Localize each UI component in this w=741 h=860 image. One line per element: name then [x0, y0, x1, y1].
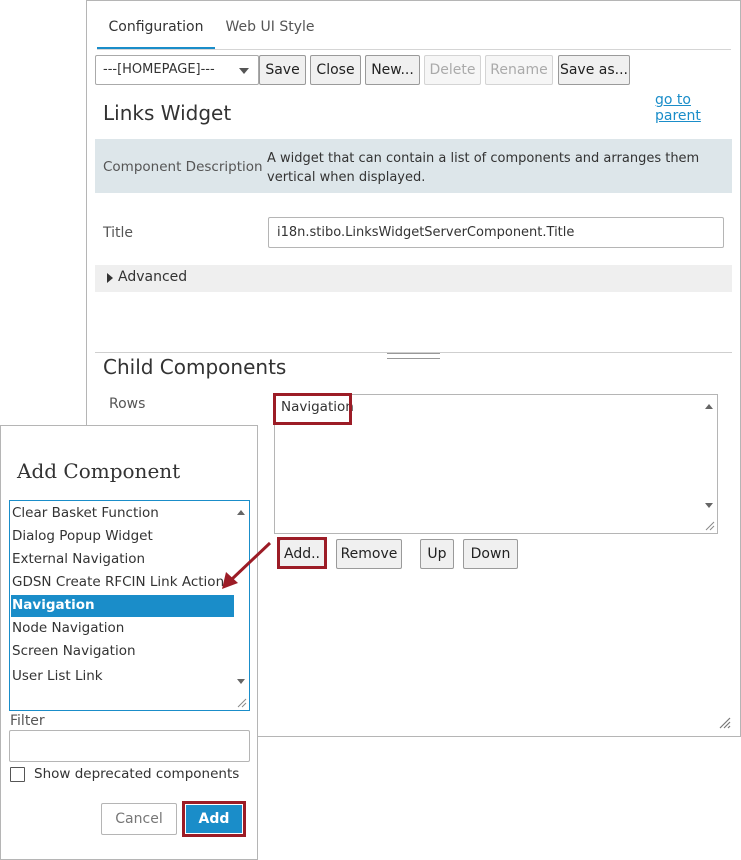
list-item[interactable]: Dialog Popup Widget	[12, 528, 153, 544]
add-button-highlight	[182, 801, 246, 837]
move-up-button[interactable]: Up	[420, 539, 454, 569]
remove-button[interactable]: Remove	[336, 539, 402, 569]
scroll-up-icon[interactable]	[705, 404, 713, 409]
tab-configuration[interactable]: Configuration	[97, 1, 215, 49]
add-button-highlight	[277, 537, 327, 569]
title-label: Title	[103, 225, 134, 241]
chevron-down-icon	[239, 68, 249, 74]
page-title: Links Widget	[103, 101, 232, 125]
child-components-heading: Child Components	[103, 355, 287, 379]
scroll-down-icon[interactable]	[237, 679, 245, 684]
resize-grip-icon[interactable]	[237, 698, 247, 708]
list-item[interactable]: Clear Basket Function	[12, 505, 159, 521]
scroll-up-icon[interactable]	[237, 510, 245, 515]
homepage-selector[interactable]: ---[HOMEPAGE]---	[95, 55, 259, 85]
list-item[interactable]: GDSN Create RFCIN Link Action	[12, 574, 224, 590]
dialog-title: Add Component	[17, 459, 181, 483]
go-to-parent-link[interactable]: go to parent	[655, 92, 740, 124]
navigation-row-highlight	[273, 393, 352, 425]
tab-web-ui-style[interactable]: Web UI Style	[217, 1, 323, 49]
move-down-button[interactable]: Down	[463, 539, 518, 569]
filter-label: Filter	[10, 713, 45, 729]
list-item[interactable]: User List Link	[12, 668, 103, 684]
save-button[interactable]: Save	[259, 55, 306, 85]
resize-grip-icon[interactable]	[705, 521, 715, 531]
component-description-label: Component Description	[103, 159, 263, 175]
list-item[interactable]: External Navigation	[12, 551, 145, 567]
homepage-selector-value: ---[HOMEPAGE]---	[103, 62, 215, 77]
component-description-row: Component Description A widget that can …	[95, 139, 732, 193]
close-button[interactable]: Close	[310, 55, 361, 85]
advanced-section-toggle[interactable]: Advanced	[95, 265, 732, 292]
rows-label: Rows	[109, 396, 146, 412]
delete-button[interactable]: Delete	[424, 55, 481, 85]
caret-right-icon	[107, 273, 113, 283]
list-item[interactable]: Node Navigation	[12, 620, 124, 636]
new-button[interactable]: New...	[365, 55, 420, 85]
filter-input[interactable]	[9, 730, 250, 762]
add-component-dialog: Add Component Clear Basket Function Dial…	[0, 425, 258, 860]
window-resize-icon[interactable]	[719, 717, 731, 729]
rename-button[interactable]: Rename	[485, 55, 553, 85]
component-list[interactable]: Clear Basket Function Dialog Popup Widge…	[9, 500, 250, 711]
list-item-selected[interactable]: Navigation	[12, 597, 95, 613]
title-input[interactable]: i18n.stibo.LinksWidgetServerComponent.Ti…	[268, 217, 724, 248]
show-deprecated-checkbox[interactable]	[10, 767, 25, 782]
tab-divider	[97, 49, 731, 50]
list-item[interactable]: Screen Navigation	[12, 643, 136, 659]
cancel-button[interactable]: Cancel	[101, 803, 177, 835]
scroll-down-icon[interactable]	[705, 503, 713, 508]
splitter-handle[interactable]	[387, 353, 440, 359]
component-description-text: A widget that can contain a list of comp…	[267, 151, 700, 185]
save-as-button[interactable]: Save as...	[558, 55, 630, 85]
advanced-label: Advanced	[118, 269, 188, 285]
show-deprecated-label: Show deprecated components	[34, 766, 240, 782]
